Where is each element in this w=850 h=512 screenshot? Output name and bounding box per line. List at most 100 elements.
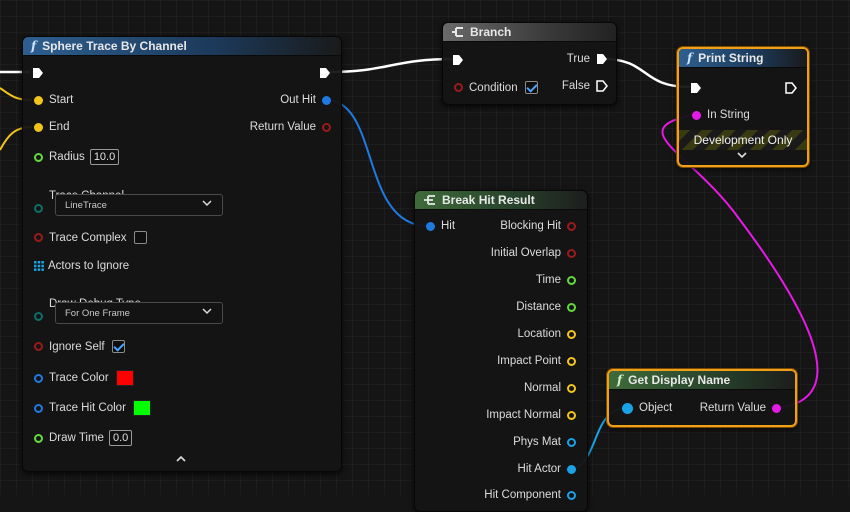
output-label: Impact Normal — [486, 409, 561, 421]
hit-pin[interactable] — [426, 221, 435, 231]
draw-debug-type-dropdown[interactable]: For One Frame — [55, 302, 223, 324]
node-header[interactable]: Branch — [443, 23, 616, 42]
in-string-pin[interactable] — [692, 110, 701, 120]
trace-channel-value: LineTrace — [65, 199, 107, 211]
hit-component-pin[interactable] — [567, 490, 576, 500]
radius-input[interactable]: 10.0 — [89, 149, 120, 165]
node-title: Break Hit Result — [442, 193, 535, 207]
node-branch[interactable]: Branch True Condition False — [442, 22, 617, 105]
function-icon: f — [31, 39, 37, 53]
exec-in-pin[interactable] — [452, 54, 464, 66]
trace-complex-pin[interactable] — [34, 233, 43, 242]
out-hit-pin[interactable] — [322, 95, 331, 105]
draw-time-row: Draw Time 0.0 — [34, 430, 133, 446]
blocking-hit-pin[interactable] — [567, 221, 576, 231]
exec-true-pin[interactable] — [596, 53, 608, 65]
actors-to-ignore-row: Actors to Ignore — [34, 260, 129, 272]
object-row: Object — [622, 402, 672, 414]
output-phys-mat: Phys Mat — [513, 436, 576, 448]
start-pin[interactable] — [34, 95, 43, 105]
return-value-row: Return Value — [700, 402, 781, 414]
output-location: Location — [518, 328, 576, 340]
actors-to-ignore-label: Actors to Ignore — [48, 260, 130, 272]
node-print-string[interactable]: f Print String In String Development Onl… — [677, 47, 809, 167]
output-label: Impact Point — [497, 355, 561, 367]
trace-hit-color-pin[interactable] — [34, 403, 43, 413]
node-get-display-name[interactable]: f Get Display Name Object Return Value — [607, 369, 797, 427]
in-string-label: In String — [707, 109, 750, 121]
exec-false-pin[interactable] — [596, 80, 608, 92]
hit-row: Hit — [426, 220, 455, 232]
output-label: Time — [535, 274, 561, 286]
condition-pin[interactable] — [454, 83, 463, 92]
output-label: Normal — [523, 382, 561, 394]
trace-color-swatch[interactable] — [115, 370, 134, 386]
draw-time-pin[interactable] — [34, 433, 43, 443]
ignore-self-checkbox[interactable] — [111, 340, 125, 353]
phys-mat-pin[interactable] — [567, 437, 576, 447]
node-title: Print String — [698, 51, 764, 65]
return-value-pin[interactable] — [322, 122, 331, 132]
return-value-pin[interactable] — [772, 403, 781, 413]
output-label: Distance — [516, 301, 561, 313]
output-label: Blocking Hit — [500, 220, 561, 232]
exec-wire-trace-branch[interactable] — [327, 57, 456, 74]
output-time: Time — [536, 274, 576, 286]
output-initial-overlap: Initial Overlap — [491, 247, 576, 259]
node-sphere-trace-by-channel[interactable]: f Sphere Trace By Channel Out Hit Return… — [22, 36, 342, 472]
exec-out-pin[interactable] — [319, 67, 331, 79]
radius-label: Radius — [49, 151, 85, 163]
break-struct-icon — [424, 195, 435, 205]
exec-out-pin[interactable] — [785, 82, 797, 94]
node-title: Get Display Name — [628, 373, 731, 387]
return-value-label: Return Value — [249, 121, 316, 133]
output-hit-component: Hit Component — [484, 489, 576, 501]
normal-pin[interactable] — [567, 383, 576, 393]
function-icon: f — [617, 373, 623, 387]
node-title: Sphere Trace By Channel — [42, 39, 187, 53]
chevron-down-icon — [737, 152, 747, 159]
ignore-self-pin[interactable] — [34, 342, 43, 351]
trace-color-pin[interactable] — [34, 373, 43, 383]
chevron-up-icon — [176, 455, 186, 462]
hit-label: Hit — [441, 220, 456, 232]
array-grid-icon[interactable] — [34, 261, 44, 271]
draw-debug-type-pin[interactable] — [34, 312, 43, 321]
exec-in-pin[interactable] — [32, 67, 44, 79]
impact-point-pin[interactable] — [567, 356, 576, 366]
draw-time-input[interactable]: 0.0 — [108, 430, 133, 446]
end-pin[interactable] — [34, 122, 43, 132]
in-string-row: In String — [692, 109, 750, 121]
impact-normal-pin[interactable] — [567, 410, 576, 420]
location-pin[interactable] — [567, 329, 576, 339]
return-value-label: Return Value — [699, 402, 766, 414]
radius-pin[interactable] — [34, 152, 43, 162]
hit-actor-pin[interactable] — [567, 464, 576, 474]
trace-hit-color-label: Trace Hit Color — [49, 402, 126, 414]
end-label: End — [49, 121, 70, 133]
exec-in-pin[interactable] — [690, 82, 702, 94]
node-header[interactable]: Break Hit Result — [415, 191, 587, 210]
node-header[interactable]: f Get Display Name — [609, 371, 795, 390]
collapse-button[interactable] — [176, 455, 186, 463]
ignore-self-label: Ignore Self — [49, 340, 105, 353]
trace-channel-dropdown[interactable]: LineTrace — [55, 194, 223, 216]
node-title: Branch — [470, 25, 512, 39]
trace-channel-pin[interactable] — [34, 204, 43, 213]
time-pin[interactable] — [567, 275, 576, 285]
node-header[interactable]: f Sphere Trace By Channel — [23, 37, 341, 56]
object-pin[interactable] — [622, 402, 633, 414]
output-normal: Normal — [524, 382, 576, 394]
output-blocking-hit: Blocking Hit — [500, 220, 576, 232]
initial-overlap-pin[interactable] — [567, 248, 576, 258]
condition-checkbox[interactable] — [524, 81, 538, 94]
ignore-self-row: Ignore Self — [34, 340, 125, 353]
trace-complex-checkbox[interactable] — [133, 231, 147, 244]
trace-complex-label: Trace Complex — [49, 231, 127, 244]
condition-label: Condition — [469, 81, 518, 94]
node-header[interactable]: f Print String — [679, 49, 807, 68]
distance-pin[interactable] — [567, 302, 576, 312]
node-break-hit-result[interactable]: Break Hit Result Hit Blocking Hit Initia… — [414, 190, 588, 512]
expand-button[interactable] — [737, 151, 747, 159]
trace-hit-color-swatch[interactable] — [132, 400, 151, 416]
